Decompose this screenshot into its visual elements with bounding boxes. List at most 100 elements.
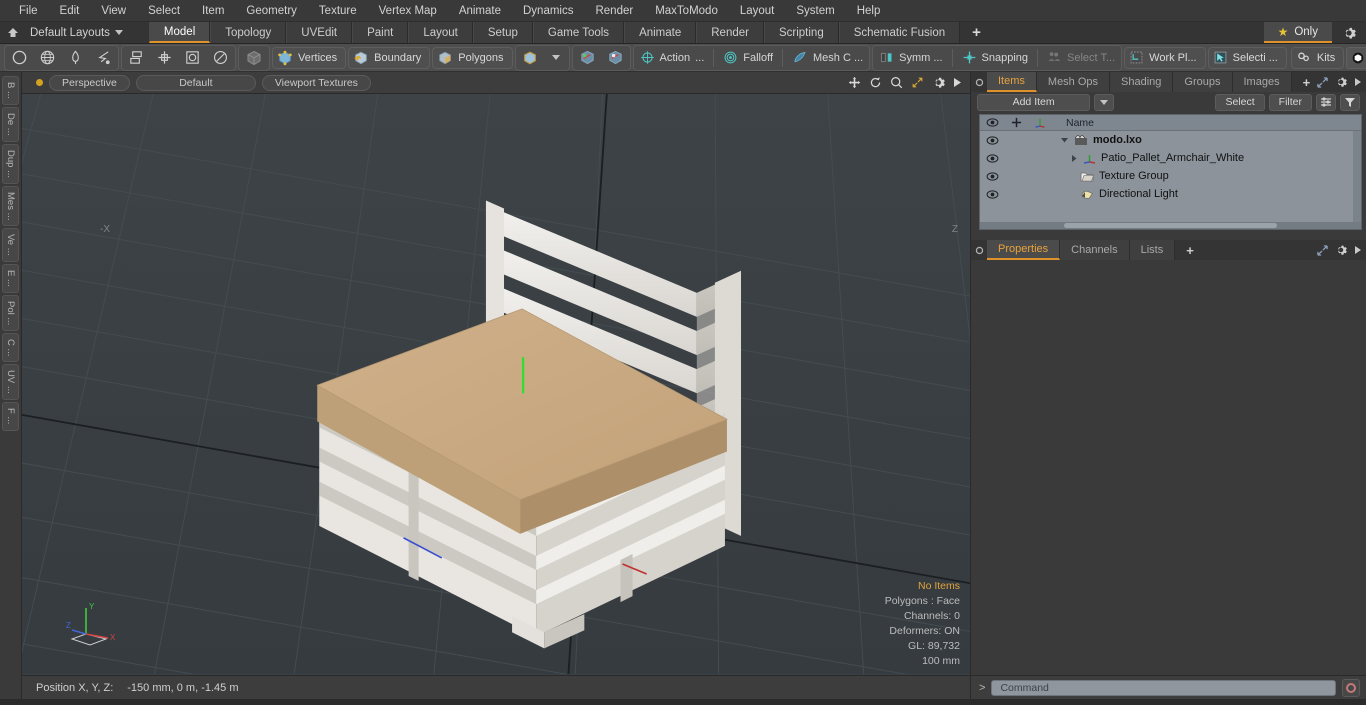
fit-icon[interactable] xyxy=(911,76,924,89)
viewport-view-selector[interactable]: Perspective xyxy=(49,74,130,91)
left-tab-mesh-edit[interactable]: Mes ... xyxy=(2,185,19,227)
add-properties-tab-button[interactable]: + xyxy=(1175,240,1205,260)
home-icon[interactable] xyxy=(0,22,26,43)
tab-lists[interactable]: Lists xyxy=(1129,240,1176,260)
scrollbar-thumb[interactable] xyxy=(1063,223,1278,228)
rotate-icon[interactable] xyxy=(179,47,206,69)
left-tab-polygon[interactable]: Pol ... xyxy=(2,294,19,331)
scale-icon[interactable] xyxy=(207,47,234,69)
row-visibility-icon[interactable] xyxy=(980,153,1004,163)
align-icon[interactable] xyxy=(123,47,150,69)
layout-tab-uvedit[interactable]: UVEdit xyxy=(286,22,353,43)
move-icon[interactable] xyxy=(151,47,178,69)
menu-item-dynamics[interactable]: Dynamics xyxy=(512,2,584,20)
symmetry-button[interactable]: Symm ... xyxy=(874,47,947,69)
falloff-button[interactable]: Falloff xyxy=(718,47,778,69)
filter-funnel-icon[interactable] xyxy=(1340,93,1360,111)
pan-icon[interactable] xyxy=(848,76,861,89)
left-tab-edge[interactable]: E ... xyxy=(2,263,19,293)
add-item-chevron-down-icon[interactable] xyxy=(1094,93,1115,111)
left-tab-fusion[interactable]: F ... xyxy=(2,402,19,431)
gear-icon[interactable] xyxy=(1332,22,1366,43)
layout-tab-setup[interactable]: Setup xyxy=(472,22,533,43)
tab-images[interactable]: Images xyxy=(1232,72,1292,92)
item-list-hscrollbar[interactable] xyxy=(980,222,1361,229)
layout-tab-scripting[interactable]: Scripting xyxy=(763,22,839,43)
play-icon[interactable] xyxy=(1354,77,1362,87)
lasso-icon[interactable] xyxy=(90,47,117,69)
selection-mode-vertices[interactable]: Vertices xyxy=(272,46,347,69)
menu-item-geometry[interactable]: Geometry xyxy=(235,2,308,20)
expand-panel-icon[interactable] xyxy=(1317,76,1328,88)
axis-gizmo[interactable]: Y X Z xyxy=(64,600,124,650)
selection-mode-boundary[interactable]: Boundary xyxy=(348,46,431,69)
menu-item-render[interactable]: Render xyxy=(584,2,644,20)
table-row[interactable]: Texture Group xyxy=(980,167,1361,185)
layout-tab-layout[interactable]: Layout xyxy=(408,22,473,43)
layout-tab-model[interactable]: Model xyxy=(148,22,211,43)
tab-properties[interactable]: Properties xyxy=(987,240,1061,260)
filter-button[interactable]: Filter xyxy=(1268,93,1312,111)
left-tab-vertex[interactable]: Ve ... xyxy=(2,228,19,262)
add-layout-tab-button[interactable]: + xyxy=(960,22,993,43)
layout-tab-paint[interactable]: Paint xyxy=(352,22,409,43)
select-through-button[interactable]: Select T... xyxy=(1042,47,1120,69)
menu-item-texture[interactable]: Texture xyxy=(308,2,368,20)
menu-item-maxtomodo[interactable]: MaxToModo xyxy=(644,2,729,20)
selection-set-button[interactable]: Selecti ... xyxy=(1207,46,1287,69)
only-toggle-button[interactable]: ★ Only xyxy=(1263,22,1332,43)
play-icon[interactable] xyxy=(1354,245,1362,255)
tab-mesh-ops[interactable]: Mesh Ops xyxy=(1036,72,1111,92)
command-input[interactable]: Command xyxy=(991,679,1336,696)
selection-mode-polygons[interactable]: Polygons xyxy=(432,46,513,69)
layout-tab-schematic-fusion[interactable]: Schematic Fusion xyxy=(838,22,961,43)
tab-groups[interactable]: Groups xyxy=(1173,72,1233,92)
menu-item-view[interactable]: View xyxy=(90,2,137,20)
mesh-constraint-button[interactable]: Mesh C ... xyxy=(787,47,868,69)
table-row[interactable]: modo.lxo xyxy=(980,131,1361,149)
menu-item-help[interactable]: Help xyxy=(846,2,892,20)
zoom-icon[interactable] xyxy=(890,76,903,89)
circle-icon[interactable] xyxy=(6,47,33,69)
item-list[interactable]: Name modo.lxo Patio_Pallet_Armchair_Whit… xyxy=(979,114,1362,230)
row-visibility-icon[interactable] xyxy=(980,135,1004,145)
row-visibility-icon[interactable] xyxy=(980,189,1004,199)
layout-tab-animate[interactable]: Animate xyxy=(624,22,697,43)
command-record-button[interactable] xyxy=(1342,678,1360,697)
row-visibility-icon[interactable] xyxy=(980,171,1004,181)
element-chevron-down-icon[interactable] xyxy=(544,47,568,69)
menu-item-vertex-map[interactable]: Vertex Map xyxy=(368,2,448,20)
menu-item-system[interactable]: System xyxy=(785,2,845,20)
snapping-button[interactable]: Snapping xyxy=(957,47,1034,69)
rotate-icon[interactable] xyxy=(869,76,882,89)
expand-triangle-icon[interactable] xyxy=(1070,154,1078,163)
item-cube-icon[interactable] xyxy=(240,47,268,69)
gear-icon[interactable] xyxy=(1335,244,1347,256)
table-row[interactable]: Directional Light xyxy=(980,185,1361,203)
layout-tab-game-tools[interactable]: Game Tools xyxy=(532,22,625,43)
viewport-menu-dot-icon[interactable] xyxy=(36,79,43,86)
left-tab-deform[interactable]: De ... xyxy=(2,106,19,142)
left-tab-basic[interactable]: B ... xyxy=(2,76,19,105)
tab-shading[interactable]: Shading xyxy=(1110,72,1174,92)
pen-icon[interactable] xyxy=(62,47,89,69)
viewport-shading-selector[interactable]: Default xyxy=(135,74,256,91)
layout-tab-render[interactable]: Render xyxy=(696,22,764,43)
modo-bridge-icon[interactable] xyxy=(1346,46,1366,69)
tab-items[interactable]: Items xyxy=(987,72,1037,92)
menu-item-select[interactable]: Select xyxy=(137,2,191,20)
kits-button[interactable]: Kits xyxy=(1290,46,1345,69)
table-row[interactable]: Patio_Pallet_Armchair_White xyxy=(980,149,1361,167)
mode-cube-b-icon[interactable] xyxy=(602,47,629,69)
viewport-3d[interactable]: -X Z No Items Polygons : Face Channels: … xyxy=(22,94,970,675)
element-cube-icon[interactable] xyxy=(517,47,543,69)
add-item-button[interactable]: Add Item xyxy=(977,93,1091,111)
gear-icon[interactable] xyxy=(932,76,945,89)
viewport-textures-selector[interactable]: Viewport Textures xyxy=(261,74,371,91)
menu-item-animate[interactable]: Animate xyxy=(448,2,512,20)
work-plane-button[interactable]: Work Pl... xyxy=(1124,46,1206,69)
select-button[interactable]: Select xyxy=(1215,93,1265,111)
left-tab-curve[interactable]: C ... xyxy=(2,332,19,363)
left-tab-duplicate[interactable]: Dup ... xyxy=(2,143,19,184)
play-icon[interactable] xyxy=(953,77,962,88)
